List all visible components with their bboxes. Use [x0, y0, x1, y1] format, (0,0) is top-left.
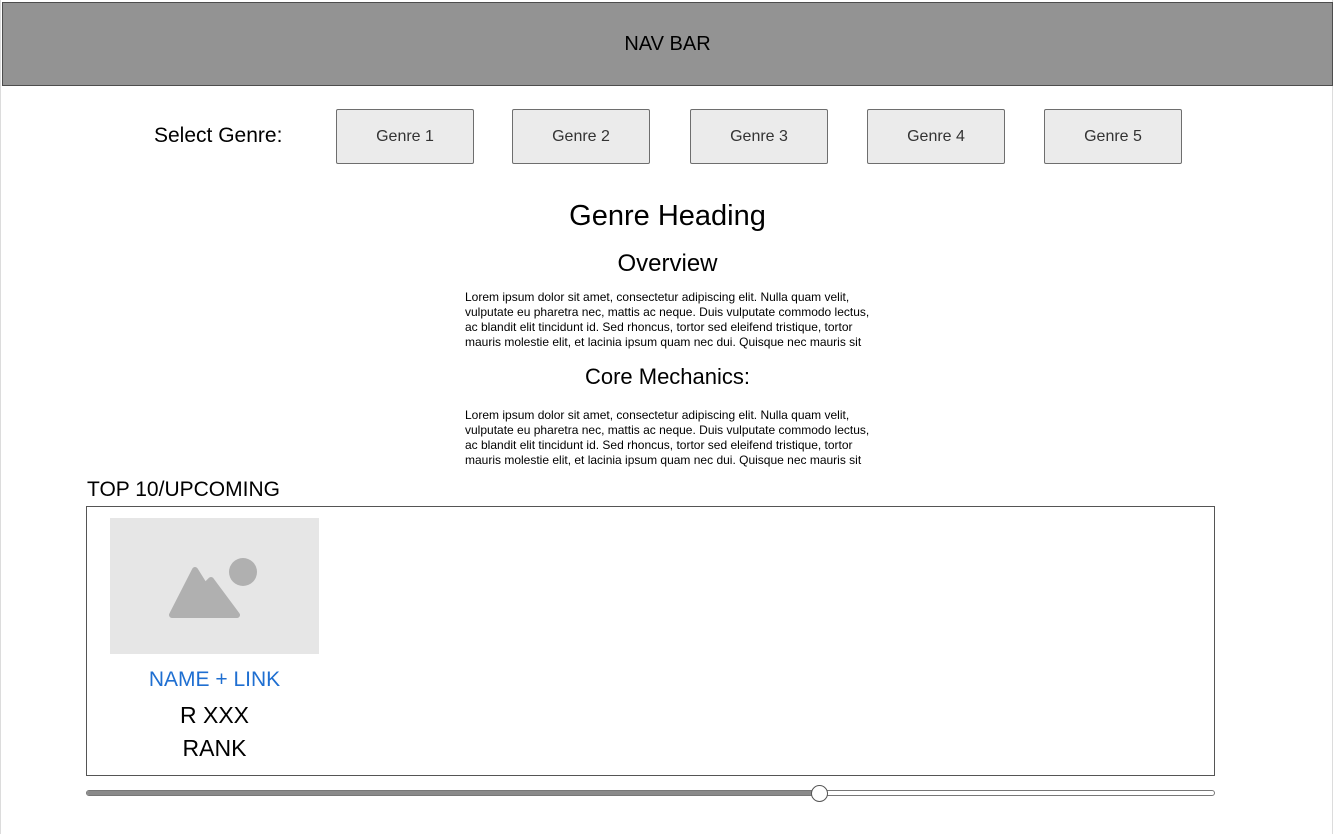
carousel-slider-fill — [87, 791, 821, 795]
top10-title: TOP 10/UPCOMING — [87, 478, 280, 501]
core-mechanics-heading: Core Mechanics: — [584, 364, 751, 389]
image-placeholder-icon — [169, 558, 257, 618]
nav-bar[interactable]: NAV BAR — [2, 2, 1333, 86]
overview-heading: Overview — [617, 250, 718, 277]
genre-2-button[interactable]: Genre 2 — [512, 109, 650, 164]
genre-heading: Genre Heading — [569, 200, 766, 232]
carousel-slider-thumb[interactable] — [811, 785, 828, 802]
game-rank: RANK — [182, 735, 247, 761]
page: NAV BAR Select Genre: Genre 1 Genre 2 Ge… — [0, 0, 1333, 834]
genre-4-button[interactable]: Genre 4 — [867, 109, 1005, 164]
carousel-slider-track[interactable] — [86, 790, 1215, 796]
overview-text: Lorem ipsum dolor sit amet, consectetur … — [465, 290, 870, 349]
game-card-image[interactable] — [110, 518, 319, 654]
core-mechanics-text: Lorem ipsum dolor sit amet, consectetur … — [465, 408, 870, 467]
genre-5-button[interactable]: Genre 5 — [1044, 109, 1182, 164]
genre-3-button[interactable]: Genre 3 — [690, 109, 828, 164]
nav-bar-label: NAV BAR — [624, 32, 711, 55]
game-rating: R XXX — [179, 702, 250, 728]
genre-1-button[interactable]: Genre 1 — [336, 109, 474, 164]
select-genre-label: Select Genre: — [154, 124, 283, 147]
game-name-link[interactable]: NAME + LINK — [110, 668, 319, 692]
